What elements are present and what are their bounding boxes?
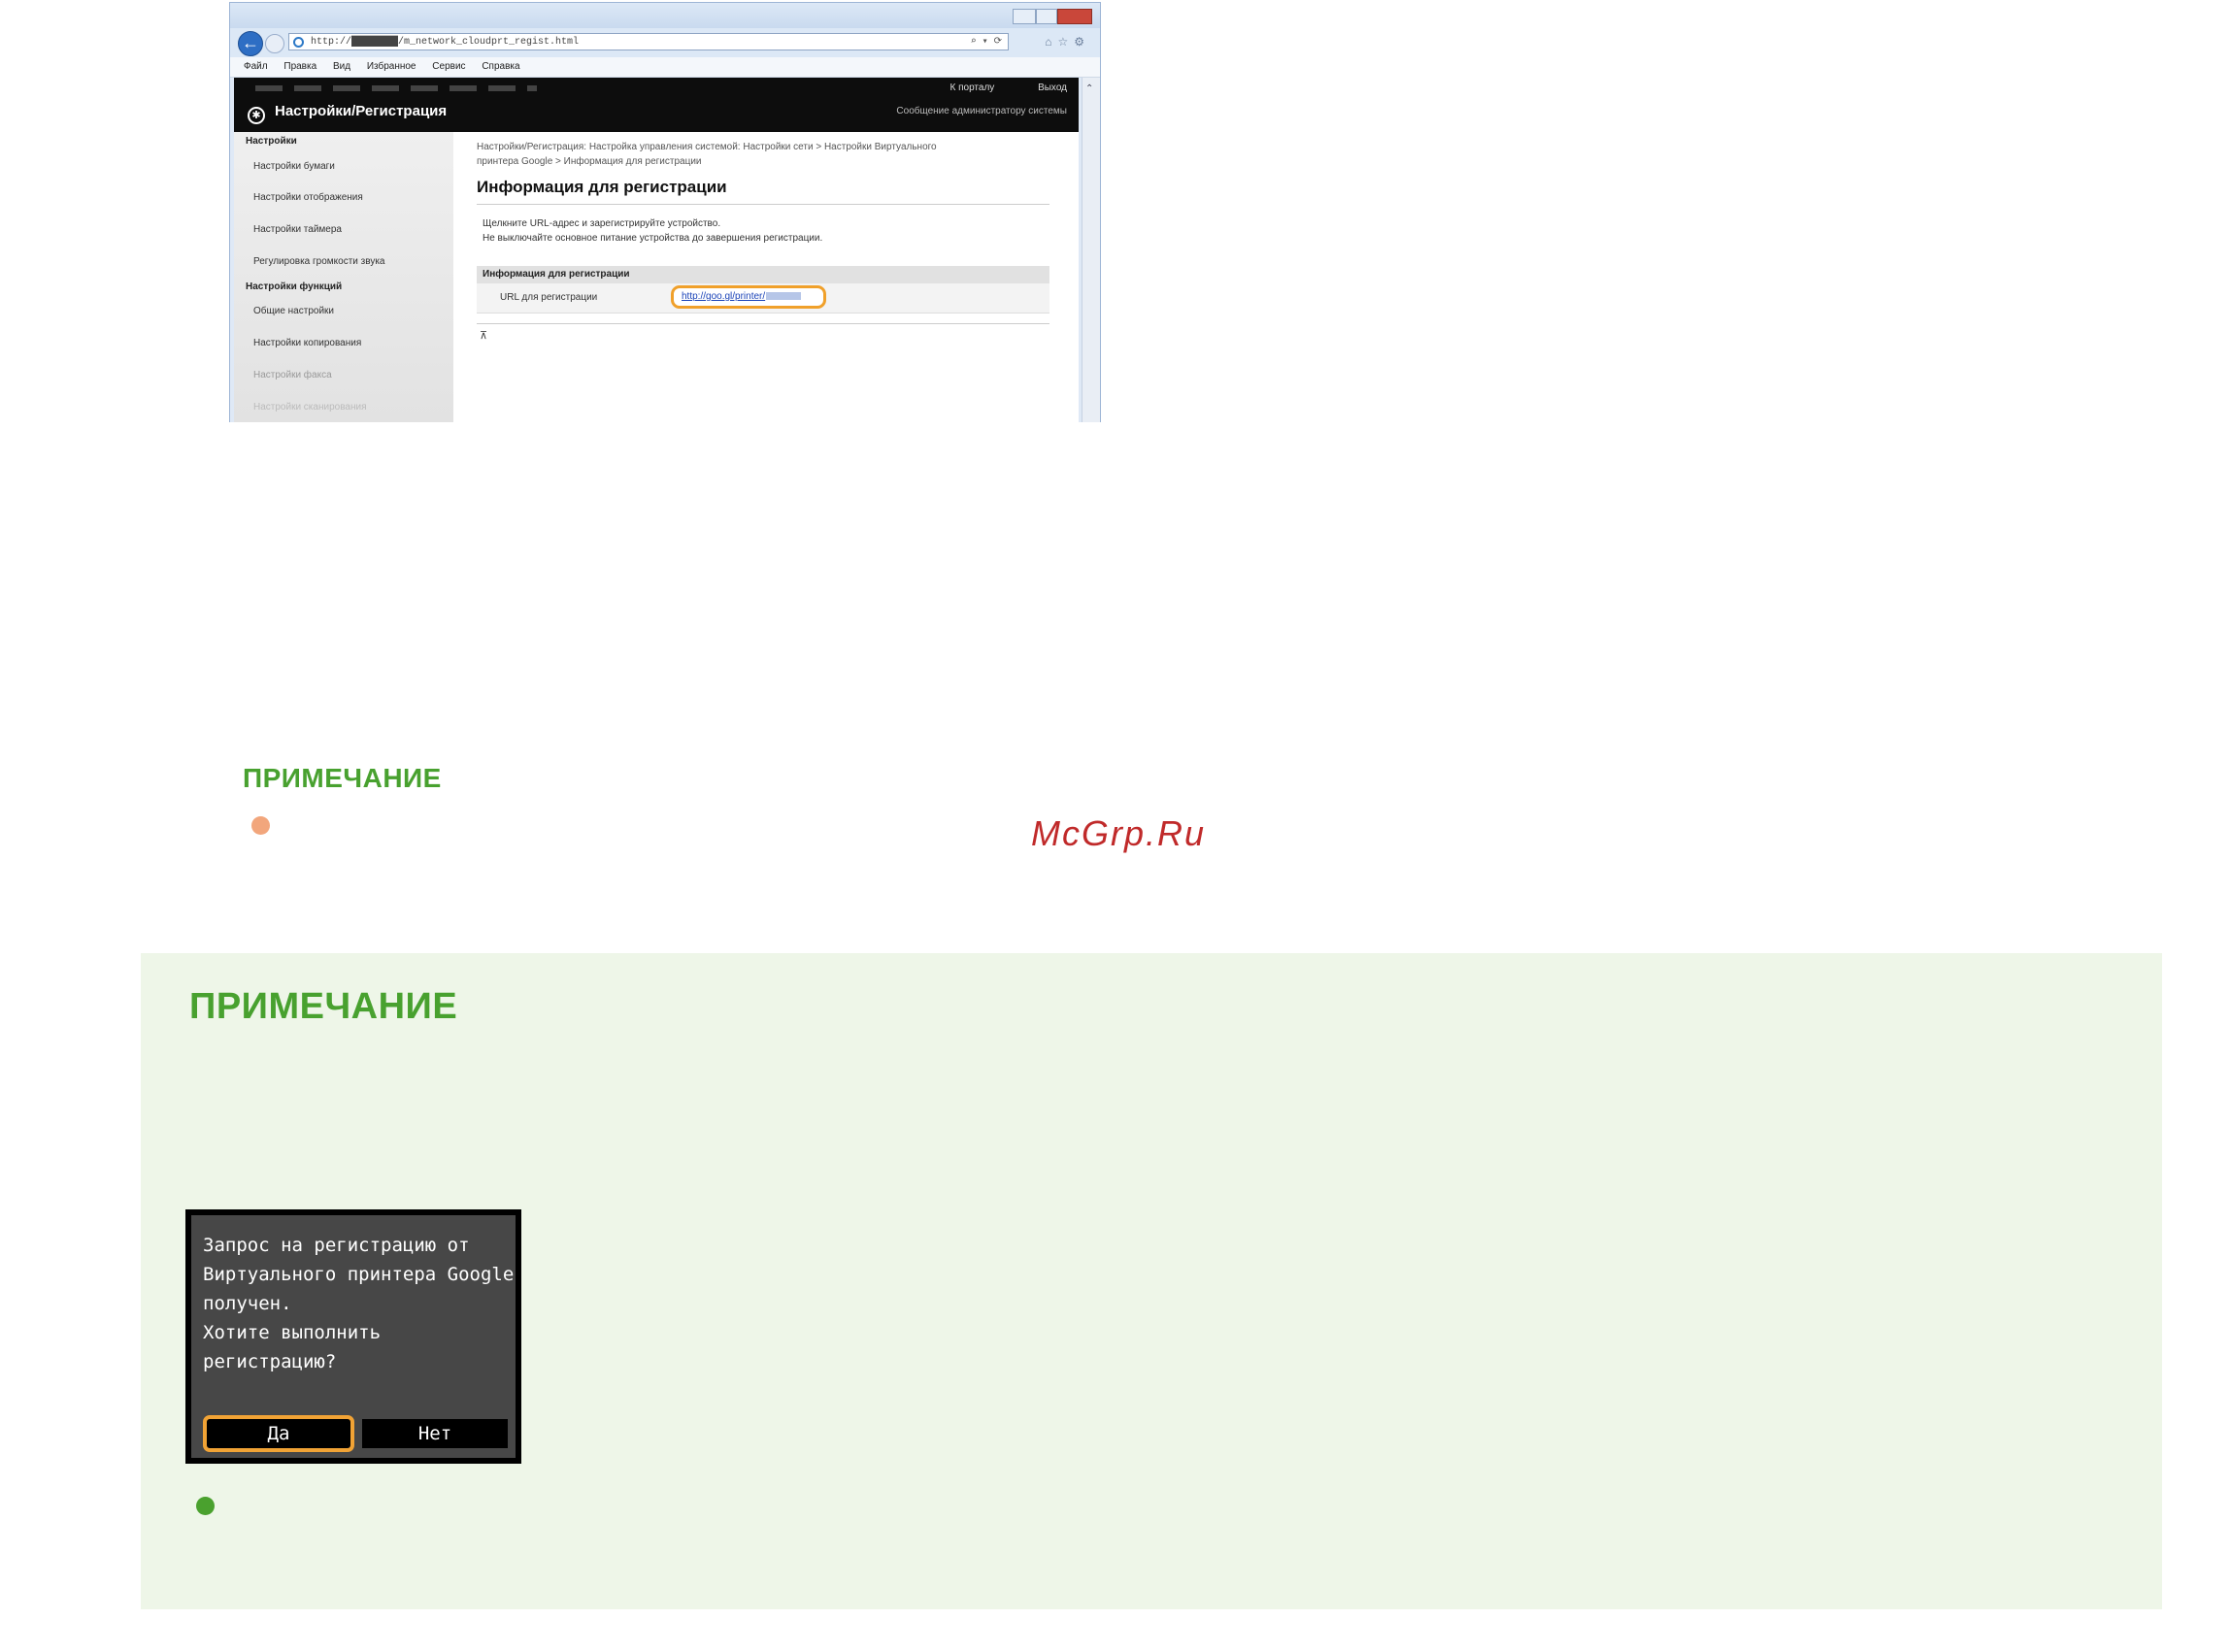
menu-file[interactable]: Файл	[244, 61, 268, 72]
address-tools-icons[interactable]: ⌕ ▾ ⟳	[971, 34, 1002, 51]
ie-icon	[293, 37, 304, 48]
admin-message-link[interactable]: Сообщение администратору системы	[896, 106, 1067, 116]
address-url: http://████████/m_network_cloudprt_regis…	[311, 37, 580, 48]
registration-url-link[interactable]: http://goo.gl/printer/	[671, 285, 826, 309]
note-box-title: ПРИМЕЧАНИЕ	[189, 986, 458, 1027]
instruction-line-2: Не выключайте основное питание устройств…	[483, 233, 823, 244]
menu-help[interactable]: Справка	[482, 61, 519, 72]
note-title: ПРИМЕЧАНИЕ	[243, 763, 442, 793]
home-star-gear-icons[interactable]: ⌂☆⚙	[1045, 35, 1090, 49]
forward-button[interactable]	[265, 34, 284, 53]
sidebar-item-paper[interactable]: Настройки бумаги	[253, 161, 335, 172]
orange-bullet-icon	[251, 816, 270, 835]
sidebar-item-scan[interactable]: Настройки сканирования	[253, 402, 366, 413]
sidebar-item-common[interactable]: Общие настройки	[253, 306, 334, 316]
page-top-icon[interactable]: ⊼	[477, 329, 1049, 342]
brand-title: Настройки/Регистрация	[275, 103, 448, 119]
portal-link[interactable]: К порталу	[950, 83, 995, 93]
menu-edit[interactable]: Правка	[283, 61, 316, 72]
page-title: Информация для регистрации	[477, 178, 727, 196]
browser-window-screenshot: ← http://████████/m_network_cloudprt_reg…	[229, 2, 1101, 422]
breadcrumb-line-1: Настройки/Регистрация: Настройка управле…	[477, 142, 937, 152]
watermark: McGrp.Ru	[1031, 813, 1207, 853]
divider	[477, 323, 1049, 324]
header-links: К порталу Выход	[910, 83, 1068, 93]
sidebar-category-functions: Настройки функций	[246, 281, 343, 292]
table-header: Информация для регистрации	[477, 266, 1049, 283]
menu-tools[interactable]: Сервис	[432, 61, 465, 72]
sidebar-item-volume[interactable]: Регулировка громкости звука	[253, 256, 384, 267]
main-content: Настройки/Регистрация: Настройка управле…	[477, 140, 1049, 342]
instructions: Щелкните URL-адрес и зарегистрируйте уст…	[477, 216, 1049, 246]
masked-url-part	[766, 292, 802, 301]
settings-logo-icon: ✱	[248, 107, 265, 124]
minimize-button[interactable]	[1013, 9, 1036, 24]
sidebar-item-copy[interactable]: Настройки копирования	[253, 338, 361, 348]
back-button[interactable]: ←	[238, 31, 263, 56]
menu-favorites[interactable]: Избранное	[367, 61, 416, 72]
menu-view[interactable]: Вид	[333, 61, 350, 72]
scroll-up-icon[interactable]: ⌃	[1085, 83, 1093, 94]
sidebar-item-timer[interactable]: Настройки таймера	[253, 224, 342, 235]
table-row: URL для регистрации http://goo.gl/printe…	[477, 283, 1049, 314]
lcd-display: Запрос на регистрацию от Виртуального пр…	[191, 1215, 516, 1458]
sidebar-item-fax[interactable]: Настройки факса	[253, 370, 332, 380]
registration-url-text: http://goo.gl/printer/	[682, 291, 766, 302]
settings-sidebar: Настройки Настройки бумаги Настройки ото…	[234, 132, 453, 422]
lcd-message: Запрос на регистрацию от Виртуального пр…	[203, 1235, 515, 1372]
web-page-viewport: К порталу Выход Сообщение администратору…	[234, 78, 1079, 422]
window-titlebar	[230, 3, 1100, 28]
note-box: ПРИМЕЧАНИЕ Запрос на регистрацию от Вирт…	[141, 953, 2162, 1609]
web-ui-header: К порталу Выход Сообщение администратору…	[234, 78, 1079, 132]
no-button[interactable]: Нет	[362, 1419, 508, 1448]
instruction-line-1: Щелкните URL-адрес и зарегистрируйте уст…	[483, 218, 721, 229]
navigation-row: ← http://████████/m_network_cloudprt_reg…	[230, 28, 1100, 57]
device-lcd-screen: Запрос на регистрацию от Виртуального пр…	[185, 1209, 521, 1464]
vertical-scrollbar[interactable]: ⌃	[1082, 78, 1100, 422]
divider	[477, 204, 1049, 205]
address-bar[interactable]: http://████████/m_network_cloudprt_regis…	[288, 33, 1009, 50]
settings-brand: ✱ Настройки/Регистрация	[248, 103, 447, 124]
menu-bar: Файл Правка Вид Избранное Сервис Справка	[230, 57, 1100, 78]
breadcrumb: Настройки/Регистрация: Настройка управле…	[477, 140, 1049, 169]
maximize-button[interactable]	[1036, 9, 1057, 24]
registration-url-label: URL для регистрации	[500, 292, 598, 303]
registration-info-table: Информация для регистрации URL для регис…	[477, 266, 1049, 314]
sidebar-item-display[interactable]: Настройки отображения	[253, 192, 363, 203]
yes-button[interactable]: Да	[203, 1415, 354, 1452]
sidebar-category-settings: Настройки	[246, 136, 297, 147]
close-window-button[interactable]	[1057, 9, 1092, 24]
breadcrumb-line-2: принтера Google > Информация для регистр…	[477, 156, 702, 167]
logout-link[interactable]: Выход	[1038, 83, 1067, 93]
blurred-device-info	[255, 85, 537, 91]
green-bullet-icon	[196, 1497, 215, 1515]
